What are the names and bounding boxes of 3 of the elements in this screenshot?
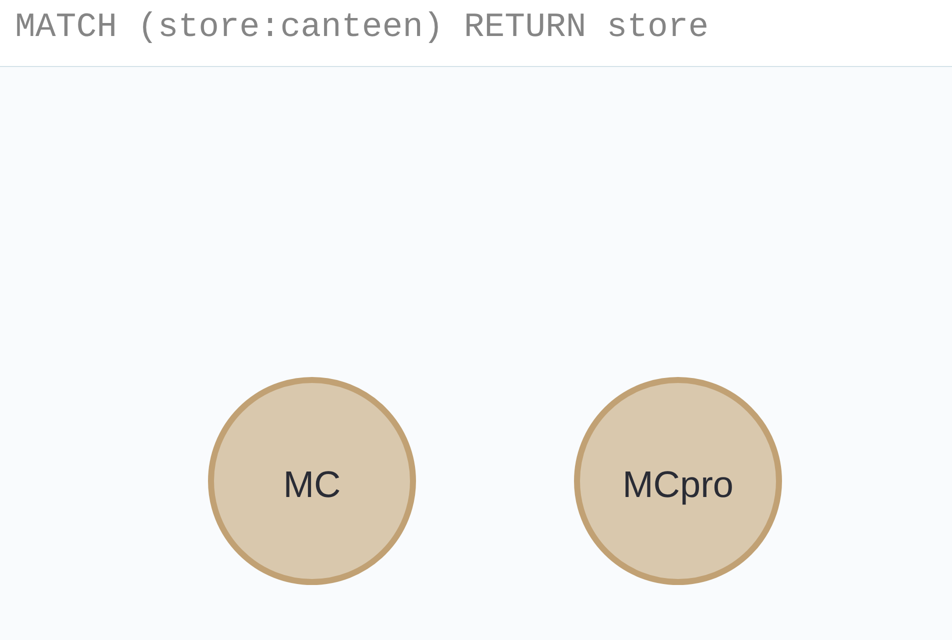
- graph-node[interactable]: MCpro: [574, 377, 782, 585]
- graph-node[interactable]: MC: [208, 377, 416, 585]
- query-editor[interactable]: MATCH (store:canteen) RETURN store: [0, 0, 952, 66]
